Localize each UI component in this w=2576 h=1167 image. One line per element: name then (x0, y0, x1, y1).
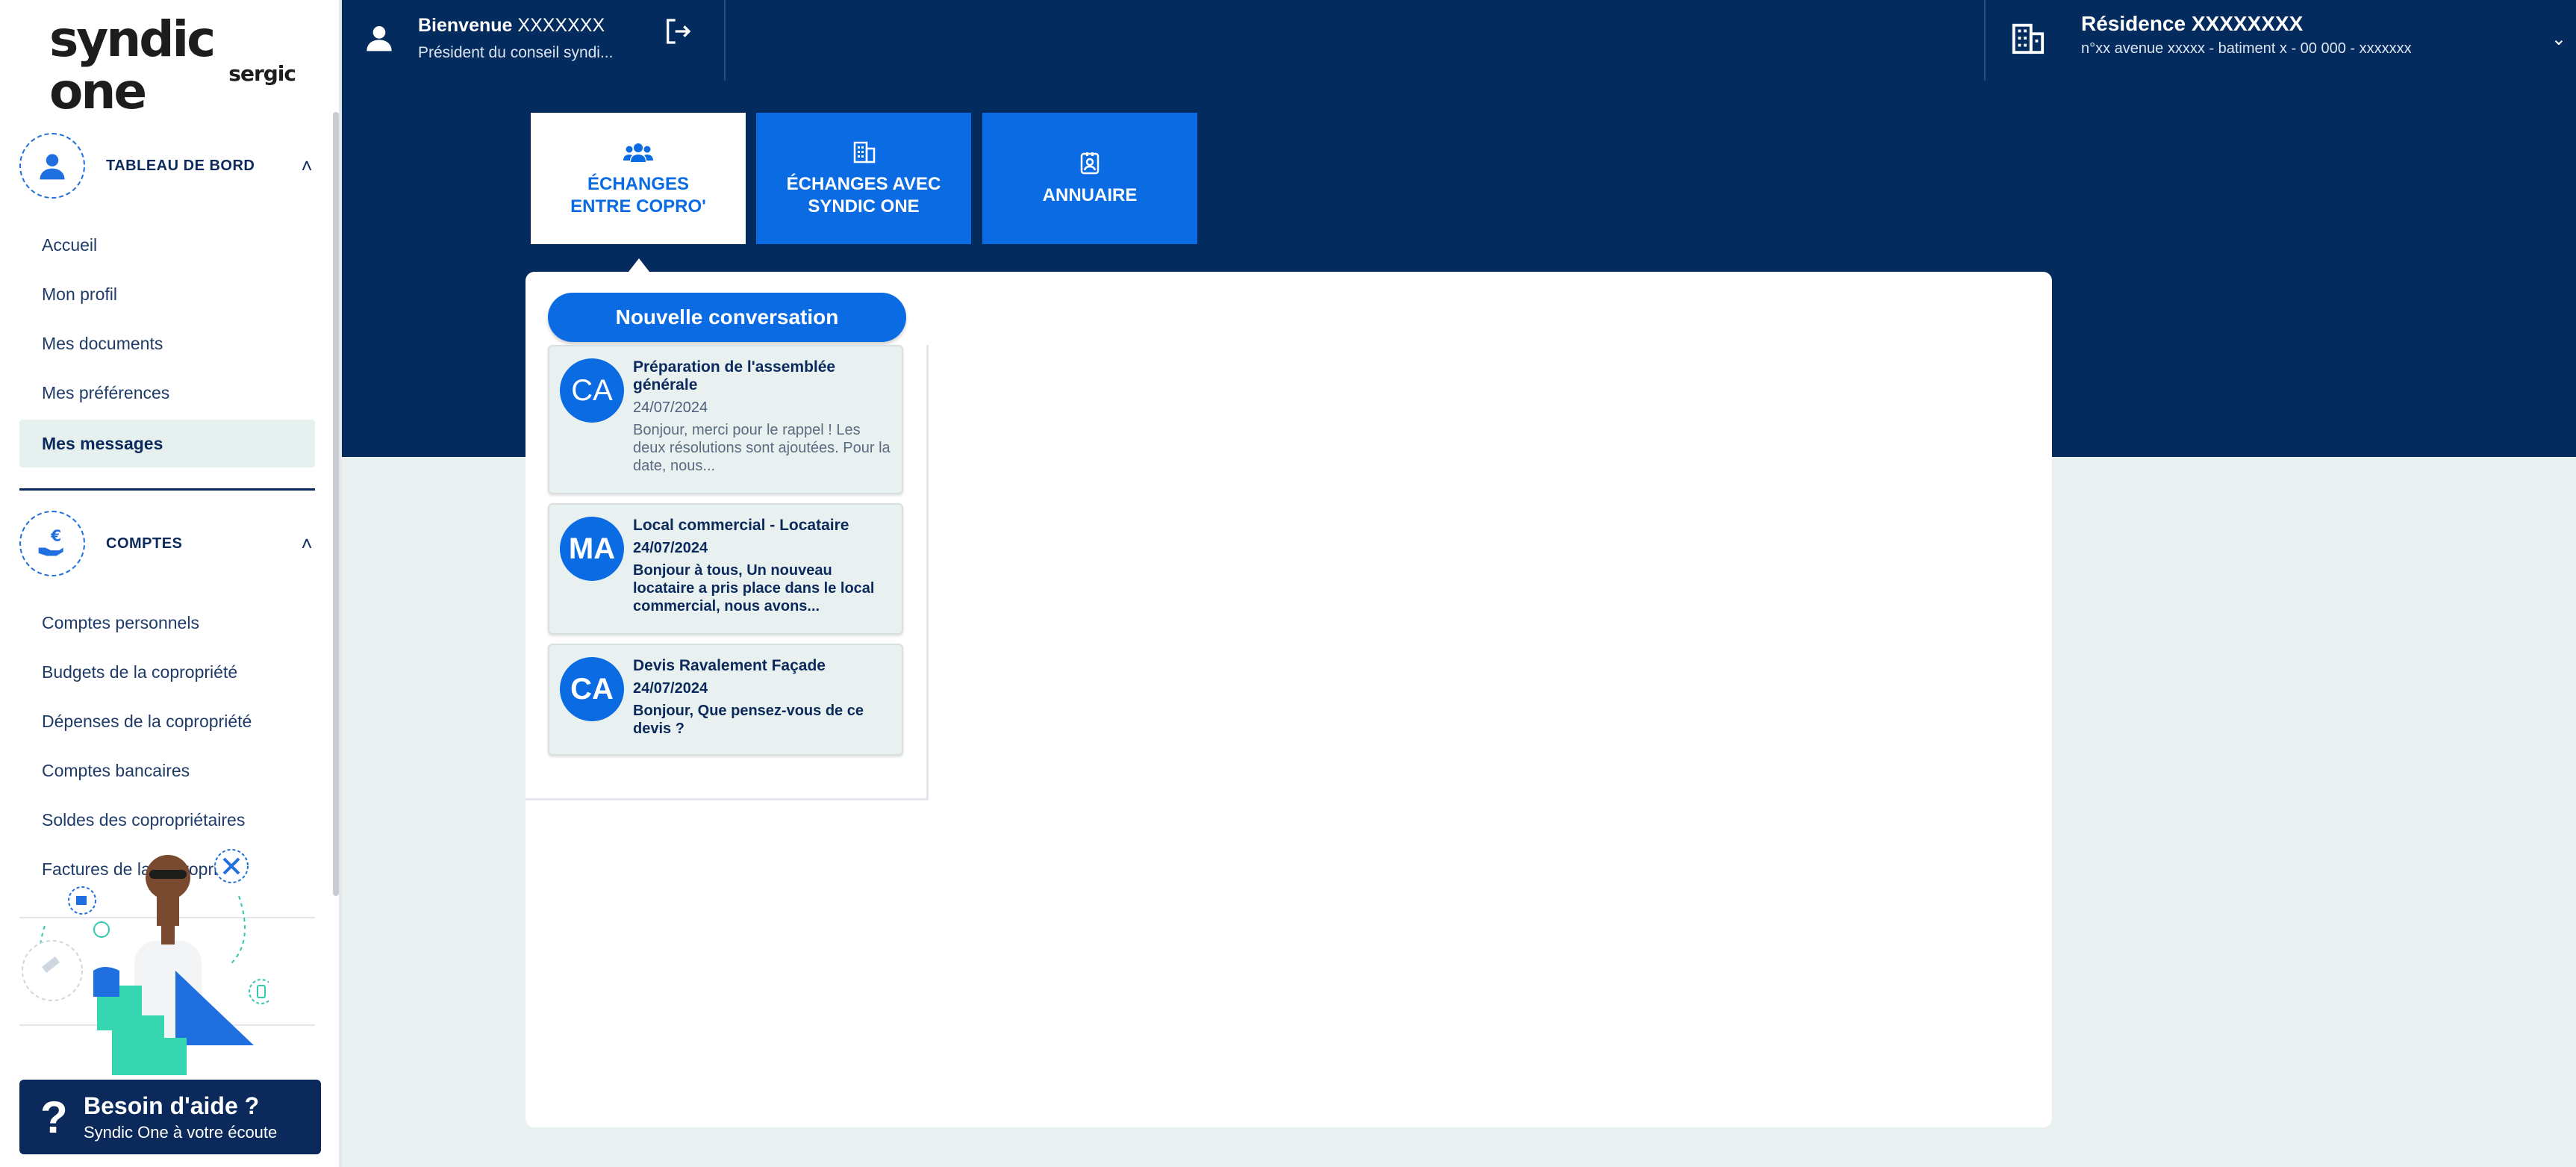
building-icon (2012, 23, 2045, 55)
conversation-title: Devis Ravalement Façade (633, 657, 826, 674)
sidebar-item-depenses[interactable]: Dépenses de la copropriété (19, 697, 315, 745)
sidebar-item-mon-profil[interactable]: Mon profil (19, 270, 315, 318)
sidebar-item-mes-preferences[interactable]: Mes préférences (19, 369, 315, 417)
help-button[interactable]: ? Besoin d'aide ? Syndic One à votre éco… (19, 1080, 321, 1154)
avatar: MA (560, 517, 624, 581)
tab-echanges-entre-copro[interactable]: ÉCHANGES ENTRE COPRO' (531, 113, 746, 244)
help-illustration (22, 849, 269, 1075)
svg-text:€: € (50, 527, 61, 544)
conversation-date: 24/07/2024 (633, 399, 708, 416)
building-icon (853, 141, 876, 164)
section-tableau-de-bord[interactable]: TABLEAU DE BORD ˄ (19, 133, 318, 199)
active-tab-pointer (629, 258, 649, 272)
conversation-item[interactable]: CA Préparation de l'assemblée générale 2… (548, 345, 903, 494)
sidebar-item-mes-messages[interactable]: Mes messages (19, 420, 315, 467)
residence-selector[interactable]: Résidence XXXXXXXX n°xx avenue xxxxx - b… (1984, 12, 2566, 69)
avatar: CA (560, 657, 624, 721)
top-bar: Bienvenue XXXXXXX Président du conseil s… (342, 0, 2576, 81)
sidebar-scrollbar[interactable] (333, 112, 339, 896)
sidebar-item-comptes-bancaires[interactable]: Comptes bancaires (19, 747, 315, 794)
chevron-up-icon: ˄ (301, 154, 313, 177)
conversation-list: CA Préparation de l'assemblée générale 2… (526, 345, 929, 800)
user-name: XXXXXXX (517, 15, 605, 36)
tab-label-line1: ÉCHANGES (587, 174, 690, 194)
new-conversation-button[interactable]: Nouvelle conversation (548, 293, 906, 342)
sidebar-divider (19, 488, 315, 491)
contact-book-icon (1080, 152, 1100, 175)
conversation-date: 24/07/2024 (633, 680, 708, 697)
chevron-down-icon: ⌄ (2551, 29, 2566, 49)
tab-annuaire[interactable]: ANNUAIRE (982, 113, 1197, 244)
section-title: TABLEAU DE BORD (106, 157, 255, 174)
question-mark-icon: ? (40, 1092, 68, 1142)
conversation-preview: Bonjour, Que pensez-vous de ce devis ? (633, 703, 864, 737)
tab-label-line2: ENTRE COPRO' (570, 196, 706, 217)
logout-icon[interactable] (663, 16, 693, 46)
user-info[interactable]: Bienvenue XXXXXXX Président du conseil s… (364, 15, 663, 67)
tab-label-line1: ANNUAIRE (1042, 185, 1138, 205)
euro-hand-icon: € (19, 511, 85, 576)
users-icon (623, 143, 653, 162)
conversation-preview: Bonjour, merci pour le rappel ! Les deux… (633, 422, 891, 474)
user-icon (19, 133, 85, 199)
tab-label-line2: SYNDIC ONE (808, 196, 920, 217)
sidebar-item-mes-documents[interactable]: Mes documents (19, 320, 315, 367)
user-icon (367, 26, 392, 52)
conversation-preview: Bonjour à tous, Un nouveau locataire a p… (633, 562, 875, 614)
chevron-up-icon: ˄ (301, 532, 313, 555)
conversation-item[interactable]: MA Local commercial - Locataire 24/07/20… (548, 503, 903, 635)
user-role: Président du conseil syndi... (418, 44, 614, 61)
sidebar-item-comptes-personnels[interactable]: Comptes personnels (19, 599, 315, 647)
sidebar-item-budgets[interactable]: Budgets de la copropriété (19, 648, 315, 696)
conversations-panel: Nouvelle conversation CA Préparation de … (526, 272, 2052, 1127)
conversation-date: 24/07/2024 (633, 540, 708, 556)
conversation-item[interactable]: CA Devis Ravalement Façade 24/07/2024 Bo… (548, 644, 903, 756)
avatar: CA (560, 358, 624, 423)
tab-label-line1: ÉCHANGES AVEC (786, 174, 941, 194)
welcome-label: Bienvenue (418, 15, 513, 36)
residence-address: n°xx avenue xxxxx - batiment x - 00 000 … (2081, 40, 2412, 57)
header-separator (724, 0, 726, 81)
help-title: Besoin d'aide ? (84, 1092, 260, 1119)
residence-name: Résidence XXXXXXXX (2081, 12, 2304, 35)
conversation-title: Local commercial - Locataire (633, 517, 849, 534)
section-title: COMPTES (106, 535, 183, 552)
help-subtitle: Syndic One à votre écoute (84, 1122, 278, 1142)
logo-sub-text: sergic (228, 61, 296, 86)
tab-echanges-avec-syndic-one[interactable]: ÉCHANGES AVEC SYNDIC ONE (756, 113, 971, 244)
section-comptes[interactable]: € COMPTES ˄ (19, 511, 318, 576)
sidebar: syndic one sergic TABLEAU DE BORD ˄ Accu… (0, 0, 342, 1167)
sidebar-item-accueil[interactable]: Accueil (19, 221, 315, 269)
syndic-one-logo[interactable]: syndic one sergic (49, 13, 296, 118)
conversation-title: Préparation de l'assemblée générale (633, 358, 836, 393)
